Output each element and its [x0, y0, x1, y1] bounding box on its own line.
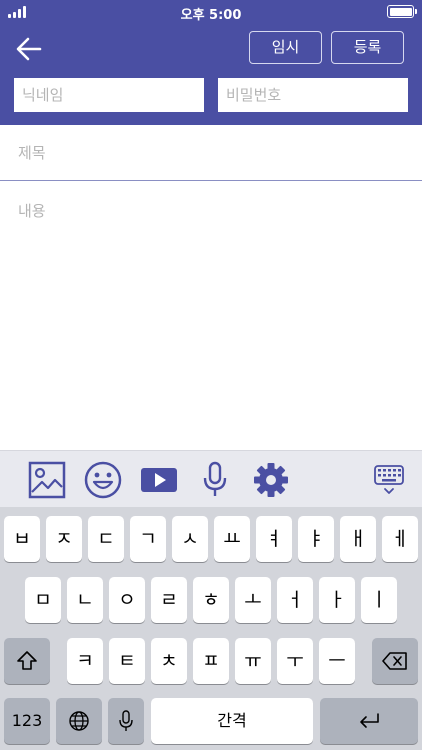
key[interactable]: ㅇ	[109, 577, 145, 623]
keyboard-hide-icon[interactable]	[369, 460, 409, 500]
key[interactable]: ㅛ	[214, 516, 250, 562]
key[interactable]: ㅂ	[4, 516, 40, 562]
key[interactable]: ㅑ	[298, 516, 334, 562]
globe-key[interactable]	[56, 698, 102, 744]
key[interactable]: ㅁ	[25, 577, 61, 623]
nickname-input[interactable]	[14, 78, 204, 112]
emoji-icon[interactable]	[83, 460, 123, 500]
key[interactable]: ㅜ	[277, 638, 313, 684]
backspace-icon	[382, 652, 407, 670]
password-input[interactable]	[218, 78, 408, 112]
key[interactable]: ㄴ	[67, 577, 103, 623]
status-time: 오후 5:00	[180, 8, 242, 23]
register-button[interactable]: 등록	[331, 31, 404, 64]
key[interactable]: ㅈ	[46, 516, 82, 562]
return-key[interactable]	[320, 698, 418, 744]
title-input[interactable]	[0, 125, 422, 181]
globe-icon	[69, 711, 89, 731]
backspace-key[interactable]	[372, 638, 418, 684]
space-key[interactable]: 간격	[151, 698, 313, 744]
status-bar: 오후 5:00	[0, 0, 422, 24]
key[interactable]: ㅊ	[151, 638, 187, 684]
image-icon[interactable]	[27, 460, 67, 500]
video-icon[interactable]	[139, 460, 179, 500]
dictation-key[interactable]	[108, 698, 144, 744]
content-textarea[interactable]	[0, 182, 422, 450]
key[interactable]: ㅅ	[172, 516, 208, 562]
key[interactable]: ㅕ	[256, 516, 292, 562]
key[interactable]: ㅏ	[319, 577, 355, 623]
key[interactable]: ㅌ	[109, 638, 145, 684]
shift-key[interactable]	[4, 638, 50, 684]
key[interactable]: ㅗ	[235, 577, 271, 623]
temp-save-button[interactable]: 임시	[249, 31, 322, 64]
key[interactable]: ㅍ	[193, 638, 229, 684]
key[interactable]: ㅡ	[319, 638, 355, 684]
return-icon	[360, 713, 379, 728]
shift-icon	[17, 651, 37, 670]
numbers-key[interactable]: 123	[4, 698, 50, 744]
app-header: 오후 5:00 임시 등록	[0, 0, 422, 125]
microphone-key-icon	[119, 710, 133, 731]
microphone-icon[interactable]	[195, 460, 235, 500]
media-toolbar	[0, 450, 422, 507]
back-arrow-icon	[16, 37, 42, 61]
settings-icon[interactable]	[251, 460, 291, 500]
key[interactable]: ㄱ	[130, 516, 166, 562]
key[interactable]: ㄷ	[88, 516, 124, 562]
key[interactable]: ㅋ	[67, 638, 103, 684]
key[interactable]: ㅣ	[361, 577, 397, 623]
back-button[interactable]	[14, 34, 44, 64]
battery-icon	[387, 5, 417, 18]
key[interactable]: ㅓ	[277, 577, 313, 623]
key[interactable]: ㅔ	[382, 516, 418, 562]
key[interactable]: ㅎ	[193, 577, 229, 623]
keyboard: ㅂ ㅈ ㄷ ㄱ ㅅ ㅛ ㅕ ㅑ ㅐ ㅔ ㅁ ㄴ ㅇ ㄹ ㅎ ㅗ ㅓ ㅏ ㅣ ㅋ …	[0, 507, 422, 750]
key[interactable]: ㅠ	[235, 638, 271, 684]
key[interactable]: ㅐ	[340, 516, 376, 562]
key[interactable]: ㄹ	[151, 577, 187, 623]
